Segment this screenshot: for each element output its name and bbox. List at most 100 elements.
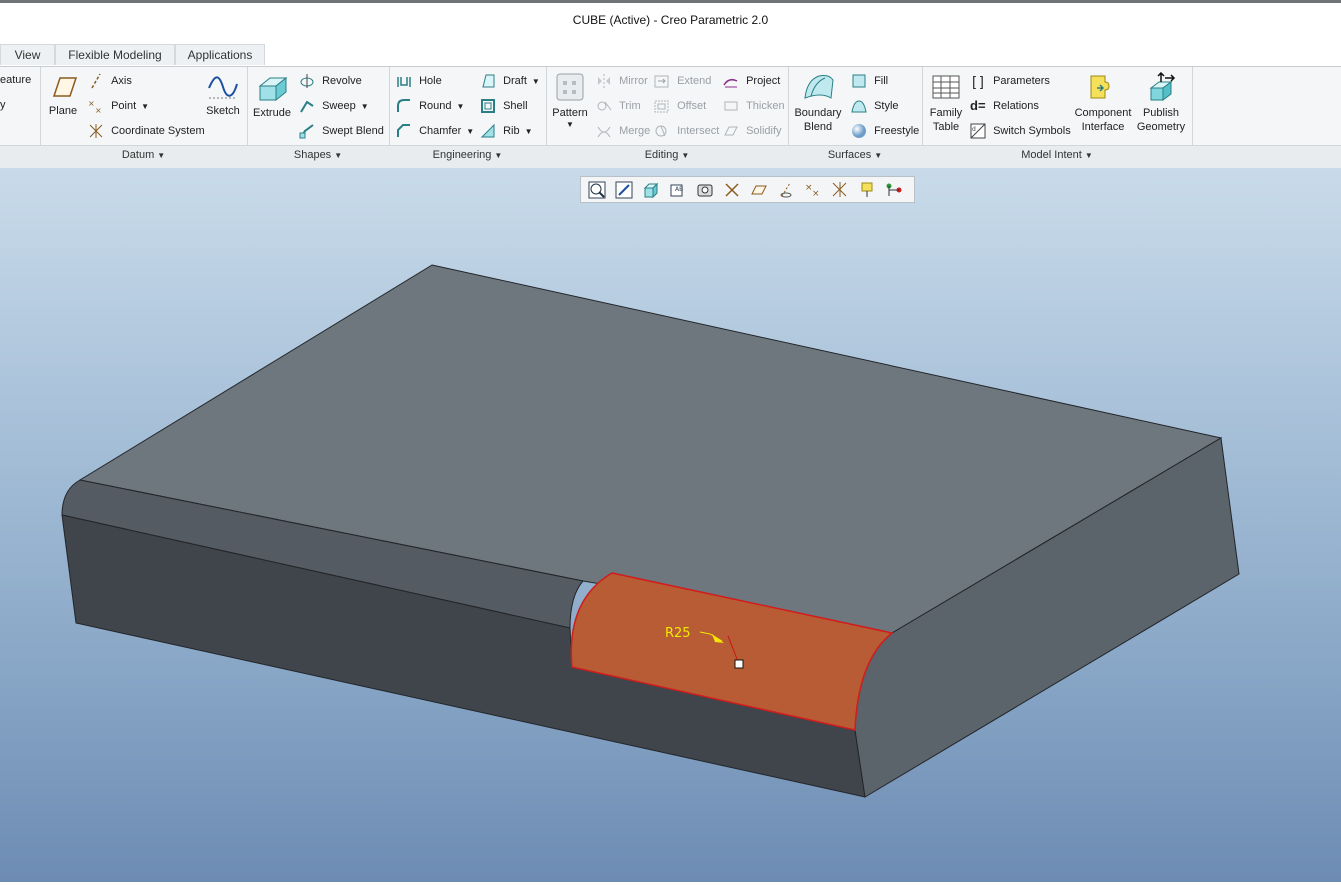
csys-display-icon[interactable]: ×× [803,180,823,200]
mirror-icon [598,74,610,88]
user-defined-feature-button[interactable]: eature [0,74,31,86]
engineering-group-label[interactable]: Engineering ▼ [389,149,546,161]
thicken-button[interactable]: Thicken [723,98,785,114]
svg-text:AB: AB [675,186,683,193]
tab-applications[interactable]: Applications [175,44,265,65]
plane-icon [52,77,78,97]
chamfer-icon [397,124,410,137]
boundary-label-line2: Blend [803,121,833,133]
intersect-icon [655,125,667,137]
pattern-button[interactable]: Pattern ▼ [551,72,589,132]
mirror-button[interactable]: Mirror [596,73,648,89]
fill-icon [852,74,866,88]
hole-icon [397,77,411,87]
component-interface-button[interactable]: Component Interface [1074,72,1132,134]
drag-handle[interactable] [734,659,744,669]
ribbon-tabs: View Flexible Modeling Applications [0,44,1341,66]
offset-icon [654,100,669,113]
axis-button[interactable]: Axis [88,73,132,89]
extend-icon [654,75,669,88]
pattern-icon [556,73,584,101]
saved-orientation-icon[interactable] [641,180,661,200]
sweep-button[interactable]: Sweep ▼ [299,98,369,114]
extrude-button[interactable]: Extrude [252,72,292,120]
boundary-blend-icon [804,75,834,99]
tab-view[interactable]: View [0,44,55,65]
axis-display-icon[interactable] [749,180,769,200]
tab-flexible-modeling[interactable]: Flexible Modeling [55,44,175,65]
parameters-button[interactable]: [ ] Parameters [970,73,1050,89]
zoom-in-icon[interactable] [614,180,634,200]
intersect-button[interactable]: Intersect [654,123,719,139]
draft-icon [482,74,495,88]
family-table-button[interactable]: Family Table [926,72,966,134]
graphics-viewport[interactable]: R25 [0,168,1341,882]
model-intent-group-label[interactable]: Model Intent ▼ [922,149,1192,161]
sketch-label: Sketch [206,105,240,117]
freestyle-button[interactable]: Freestyle [851,123,919,139]
project-icon [723,78,738,88]
point-button[interactable]: × × Point ▼ [88,98,149,114]
freestyle-icon [852,124,866,138]
component-label-line1: Component [1074,107,1132,119]
coordinate-system-icon [89,124,103,138]
sweep-icon [300,100,314,113]
fill-button[interactable]: Fill [851,73,888,89]
switch-symbols-button[interactable]: d Switch Symbols [970,123,1071,139]
copy-geometry-button[interactable]: y [0,99,6,111]
shapes-group-label[interactable]: Shapes ▼ [247,149,389,161]
view-manager-icon[interactable] [695,180,715,200]
model-geometry[interactable]: R25 [0,168,1341,882]
refit-icon[interactable] [587,180,607,200]
plane-display-icon[interactable] [722,180,742,200]
svg-text:×: × [95,106,102,114]
merge-button[interactable]: Merge [596,123,650,139]
display-style-icon[interactable]: AB [668,180,688,200]
sketch-button[interactable]: Sketch [203,74,243,118]
point-tag-icon[interactable] [884,180,904,200]
thicken-icon [724,101,738,111]
spin-center-icon[interactable] [830,180,850,200]
trim-icon [597,101,612,111]
point-icon: × × [88,99,102,114]
boundary-blend-button[interactable]: Boundary Blend [792,72,844,134]
extend-button[interactable]: Extend [654,73,711,89]
trim-button[interactable]: Trim [596,98,641,114]
surfaces-group-label[interactable]: Surfaces ▼ [788,149,922,161]
plane-label: Plane [48,105,78,117]
swept-blend-button[interactable]: Swept Blend [299,123,384,139]
style-button[interactable]: Style [851,98,899,114]
relations-button[interactable]: d= Relations [970,98,1039,114]
solidify-icon [724,126,738,136]
shell-button[interactable]: Shell [480,98,528,114]
project-button[interactable]: Project [723,73,780,89]
draft-button[interactable]: Draft ▼ [480,73,540,89]
revolve-icon [300,74,314,88]
round-button[interactable]: Round ▼ [396,98,464,114]
point-display-icon[interactable] [776,180,796,200]
plane-button[interactable]: Plane [44,74,82,118]
publish-geometry-icon [1149,72,1176,101]
chamfer-button[interactable]: Chamfer ▼ [396,123,474,139]
editing-group-label[interactable]: Editing ▼ [546,149,788,161]
chevron-down-icon: ▼ [566,120,574,129]
family-label-line1: Family [929,107,963,119]
svg-text:×: × [812,189,820,199]
extrude-label: Extrude [253,107,291,119]
coordinate-system-button[interactable]: Coordinate System [88,123,205,139]
revolve-button[interactable]: Revolve [299,73,362,89]
title-bar: CUBE (Active) - Creo Parametric 2.0 [0,3,1341,41]
annotation-display-icon[interactable] [857,180,877,200]
svg-text:d: d [972,126,976,133]
offset-button[interactable]: Offset [654,98,706,114]
radius-dimension[interactable]: R25 [665,626,691,641]
publish-geometry-button[interactable]: Publish Geometry [1134,72,1188,134]
chevron-down-icon: ▼ [456,101,465,111]
chevron-down-icon: ▼ [360,101,369,111]
brackets-icon: [ ] [972,73,984,89]
merge-icon [597,126,611,138]
solidify-button[interactable]: Solidify [723,123,782,139]
hole-button[interactable]: Hole [396,73,442,89]
datum-group-label[interactable]: Datum ▼ [40,149,247,161]
rib-button[interactable]: Rib ▼ [480,123,533,139]
